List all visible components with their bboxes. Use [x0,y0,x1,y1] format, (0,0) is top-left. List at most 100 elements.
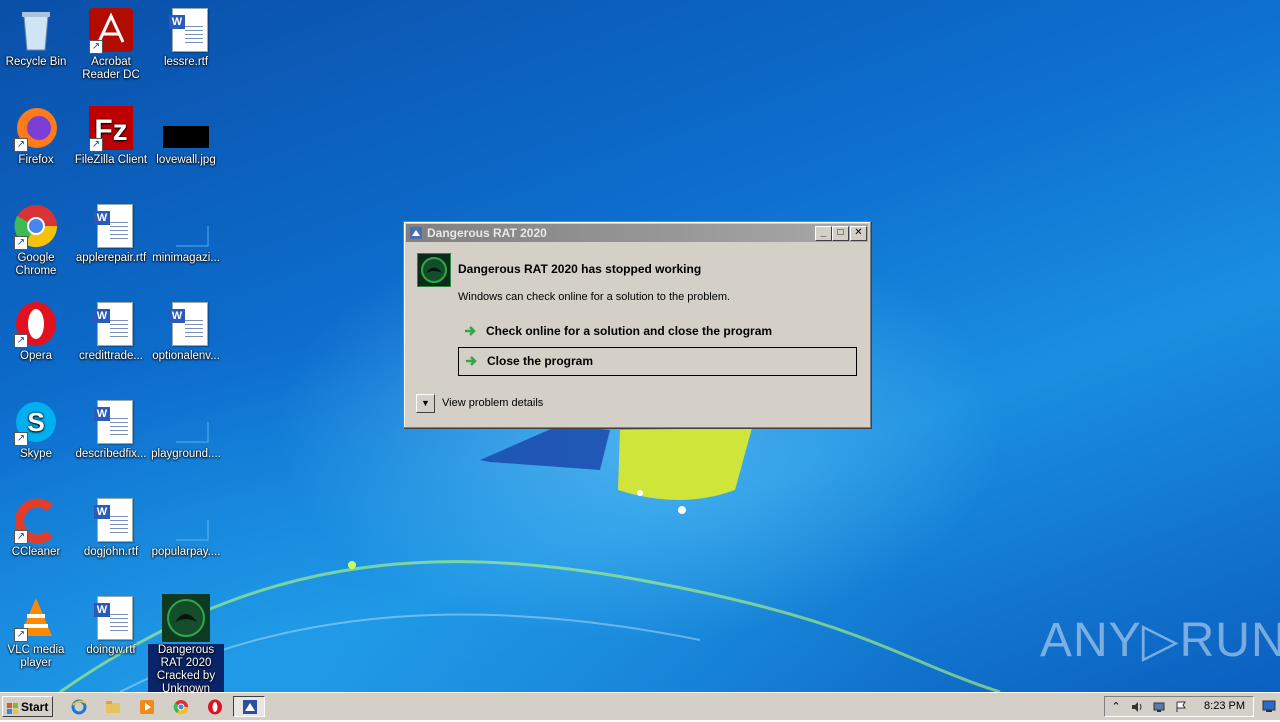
blank-file-icon [162,398,210,446]
app-window-icon [242,699,258,720]
desktop-icon-label: CCleaner [11,546,61,558]
explorer-icon[interactable] [105,699,121,715]
acrobat-icon: ↗ [87,6,135,54]
desktop-icon-label: applerepair.rtf [75,252,147,264]
app-icon [417,253,451,287]
word-document-icon: W [87,398,135,446]
word-document-icon: W [87,594,135,642]
desktop-icon-label: Dangerous RAT 2020 Cracked by Unknown [148,644,224,692]
clock[interactable]: 8:23 PM [1204,700,1245,712]
dialog-title: Dangerous RAT 2020 [427,226,547,240]
desktop-icon-label: describedfix... [75,448,147,460]
desktop-icon-recycle-bin[interactable]: Recycle Bin [0,6,74,69]
shortcut-arrow-icon: ↗ [14,138,28,152]
word-document-icon: W [87,202,135,250]
details-label: View problem details [442,397,544,409]
media-player-icon[interactable] [139,699,155,715]
shortcut-arrow-icon: ↗ [14,530,28,544]
desktop-icon-doingw[interactable]: W doingw.rtf [73,594,149,657]
start-button[interactable]: Start [2,696,53,717]
dialog-titlebar[interactable]: Dangerous RAT 2020 _ □ ✕ [406,224,868,242]
shortcut-arrow-icon: ↗ [14,432,28,446]
desktop-icon-dangerous-rat[interactable]: Dangerous RAT 2020 Cracked by Unknown [148,594,224,692]
desktop-icon-firefox[interactable]: ↗ Firefox [0,104,74,167]
dialog-subtext: Windows can check online for a solution … [458,291,731,303]
image-file-icon [162,104,210,152]
desktop-icon-opera[interactable]: ↗ Opera [0,300,74,363]
desktop-icon-label: lessre.rtf [163,56,209,68]
desktop-icon-label: Google Chrome [15,252,57,277]
close-window-button[interactable]: ✕ [850,226,867,241]
desktop-icon-label: credittrade... [79,350,143,362]
desktop-icon-popularpay[interactable]: popularpay.... [148,496,224,559]
desktop-icon-lessre[interactable]: W lessre.rtf [148,6,224,69]
desktop-icon-applerepair[interactable]: W applerepair.rtf [73,202,149,265]
close-program-option[interactable]: Close the program [458,347,857,376]
chrome-icon[interactable] [173,699,189,715]
skype-icon: S ↗ [12,398,60,446]
chevron-down-icon[interactable]: ▼ [416,394,435,413]
opera-icon[interactable] [207,699,223,715]
desktop-icon-describedfix[interactable]: W describedfix... [73,398,149,461]
shortcut-arrow-icon: ↗ [89,40,103,54]
green-arrow-icon [465,354,479,368]
windows-logo-icon [7,701,19,714]
word-document-icon: W [87,496,135,544]
dangerous-rat-icon [162,594,210,642]
chevron-up-icon[interactable]: ⌃ [1110,701,1122,713]
option-label: Close the program [487,354,594,368]
desktop-icon-filezilla[interactable]: Fz ↗ FileZilla Client [73,104,149,167]
desktop-icon-vlc[interactable]: ↗ VLC media player [0,594,74,670]
desktop-icon-label: VLC media player [7,644,65,669]
desktop-icon-label: lovewall.jpg [156,154,216,166]
taskbar: Start ⌃ 8:23 PM [0,692,1280,720]
desktop-icon-dogjohn[interactable]: W dogjohn.rtf [73,496,149,559]
desktop-icon-skype[interactable]: S ↗ Skype [0,398,74,461]
desktop-icon-acrobat[interactable]: ↗ Acrobat Reader DC [73,6,149,82]
desktop-icon-credittrade[interactable]: W credittrade... [73,300,149,363]
desktop-icon-label: Skype [20,448,52,460]
filezilla-icon: Fz ↗ [87,104,135,152]
check-online-option[interactable]: Check online for a solution and close th… [458,318,855,345]
error-dialog: Dangerous RAT 2020 _ □ ✕ Dangerous RAT 2… [403,221,871,428]
shortcut-arrow-icon: ↗ [14,628,28,642]
dialog-heading: Dangerous RAT 2020 has stopped working [458,262,702,276]
ccleaner-icon: ↗ [12,496,60,544]
desktop-icon-label: popularpay.... [151,546,221,558]
speaker-icon[interactable] [1131,701,1143,713]
shortcut-arrow-icon: ↗ [14,334,28,348]
shortcut-arrow-icon: ↗ [14,236,28,250]
desktop-icon-chrome[interactable]: ↗ Google Chrome [0,202,74,278]
taskbar-button-dangerous-rat[interactable] [233,696,265,717]
flag-icon[interactable] [1175,701,1187,713]
ie-icon[interactable] [71,699,87,715]
desktop-icon-label: Opera [20,350,52,362]
maximize-button[interactable]: □ [832,226,849,241]
desktop-icon-lovewall[interactable]: lovewall.jpg [148,104,224,167]
desktop-icon-playground[interactable]: playground.... [148,398,224,461]
green-arrow-icon [464,324,478,338]
desktop-icon-label: Recycle Bin [5,56,67,68]
chrome-icon: ↗ [12,202,60,250]
shortcut-arrow-icon: ↗ [89,138,103,152]
desktop-icon-ccleaner[interactable]: ↗ CCleaner [0,496,74,559]
system-tray: ⌃ 8:23 PM [1104,696,1254,717]
vlc-icon: ↗ [12,594,60,642]
desktop-icon-label: FileZilla Client [74,154,148,166]
desktop-icon-label: doingw.rtf [86,644,136,656]
desktop-icon-label: minimagazi... [152,252,220,264]
anyrun-watermark: ANY▷RUN [1040,614,1280,667]
minimize-button[interactable]: _ [815,226,832,241]
recycle-bin-icon [12,6,60,54]
blank-file-icon [162,496,210,544]
start-label: Start [21,700,49,714]
opera-icon: ↗ [12,300,60,348]
show-desktop-icon[interactable] [1262,699,1276,713]
desktop-icon-minimagazi[interactable]: minimagazi... [148,202,224,265]
desktop-icon-optionalenv[interactable]: W optionalenv... [148,300,224,363]
word-document-icon: W [162,300,210,348]
desktop-icon-label: Firefox [18,154,54,166]
desktop-icon-label: Acrobat Reader DC [82,56,140,81]
app-window-icon [409,226,423,240]
network-icon[interactable] [1153,701,1165,713]
